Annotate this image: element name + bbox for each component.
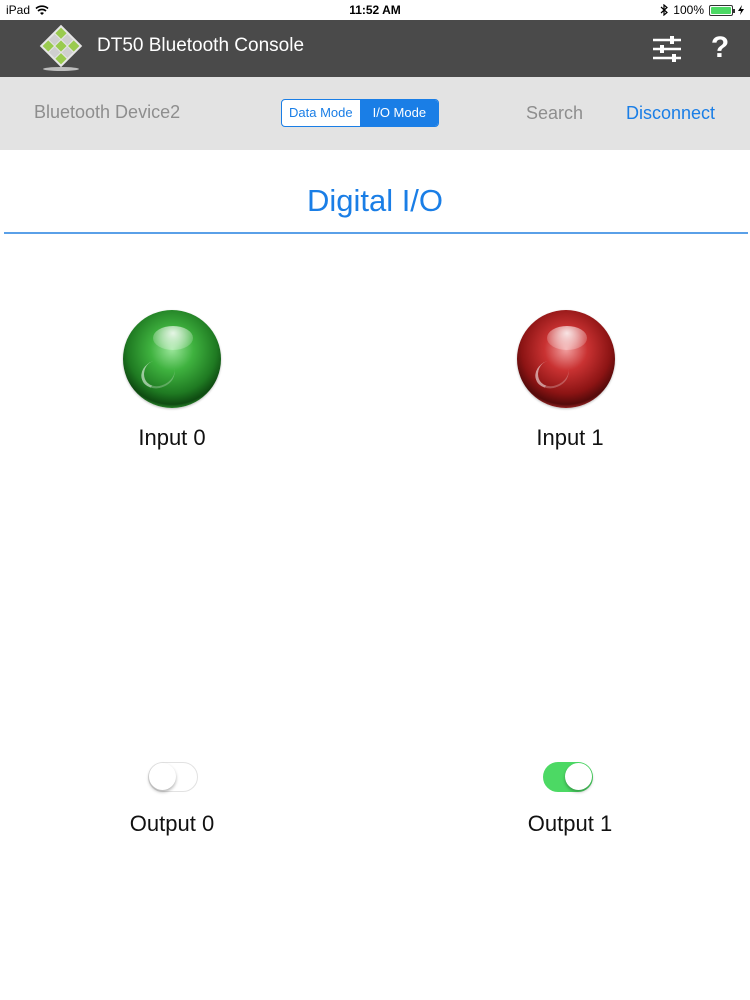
output-1-toggle[interactable] bbox=[543, 762, 593, 792]
settings-sliders-icon[interactable] bbox=[651, 33, 683, 65]
input-0-led-icon bbox=[123, 310, 221, 408]
toggle-knob bbox=[149, 763, 176, 790]
status-bar: iPad 11:52 AM 100% bbox=[0, 0, 750, 20]
status-time: 11:52 AM bbox=[349, 3, 401, 17]
output-0-toggle[interactable] bbox=[148, 762, 198, 792]
title-bar: DT50 Bluetooth Console ? bbox=[0, 20, 750, 77]
status-right: 100% bbox=[660, 3, 744, 17]
disconnect-button[interactable]: Disconnect bbox=[626, 103, 715, 124]
section-title: Digital I/O bbox=[306, 183, 444, 218]
data-mode-segment[interactable]: Data Mode bbox=[282, 100, 360, 126]
toolbar: Bluetooth Device2 Data Mode I/O Mode Sea… bbox=[0, 77, 750, 150]
search-button[interactable]: Search bbox=[526, 103, 583, 124]
led-glint bbox=[137, 355, 179, 393]
toggle-knob bbox=[565, 763, 592, 790]
bluetooth-icon bbox=[660, 4, 669, 16]
device-name: Bluetooth Device2 bbox=[34, 102, 181, 122]
charging-icon bbox=[738, 5, 744, 15]
app-logo-icon bbox=[39, 24, 83, 71]
battery-fill bbox=[711, 6, 731, 14]
battery-percent: 100% bbox=[673, 3, 704, 17]
title-divider bbox=[4, 232, 748, 234]
led-shine bbox=[153, 326, 193, 350]
output-0-label: Output 0 bbox=[129, 811, 215, 836]
app-title: DT50 Bluetooth Console bbox=[97, 35, 305, 56]
output-1-label: Output 1 bbox=[527, 811, 613, 836]
mode-segmented-control: Data Mode I/O Mode bbox=[281, 99, 440, 127]
input-0-label: Input 0 bbox=[138, 425, 206, 450]
battery-icon bbox=[709, 4, 735, 16]
help-icon[interactable]: ? bbox=[709, 30, 731, 66]
input-1-label: Input 1 bbox=[536, 425, 604, 450]
led-shine bbox=[547, 326, 587, 350]
io-mode-segment[interactable]: I/O Mode bbox=[359, 100, 439, 126]
input-1-led-icon bbox=[517, 310, 615, 408]
led-glint bbox=[531, 355, 573, 393]
